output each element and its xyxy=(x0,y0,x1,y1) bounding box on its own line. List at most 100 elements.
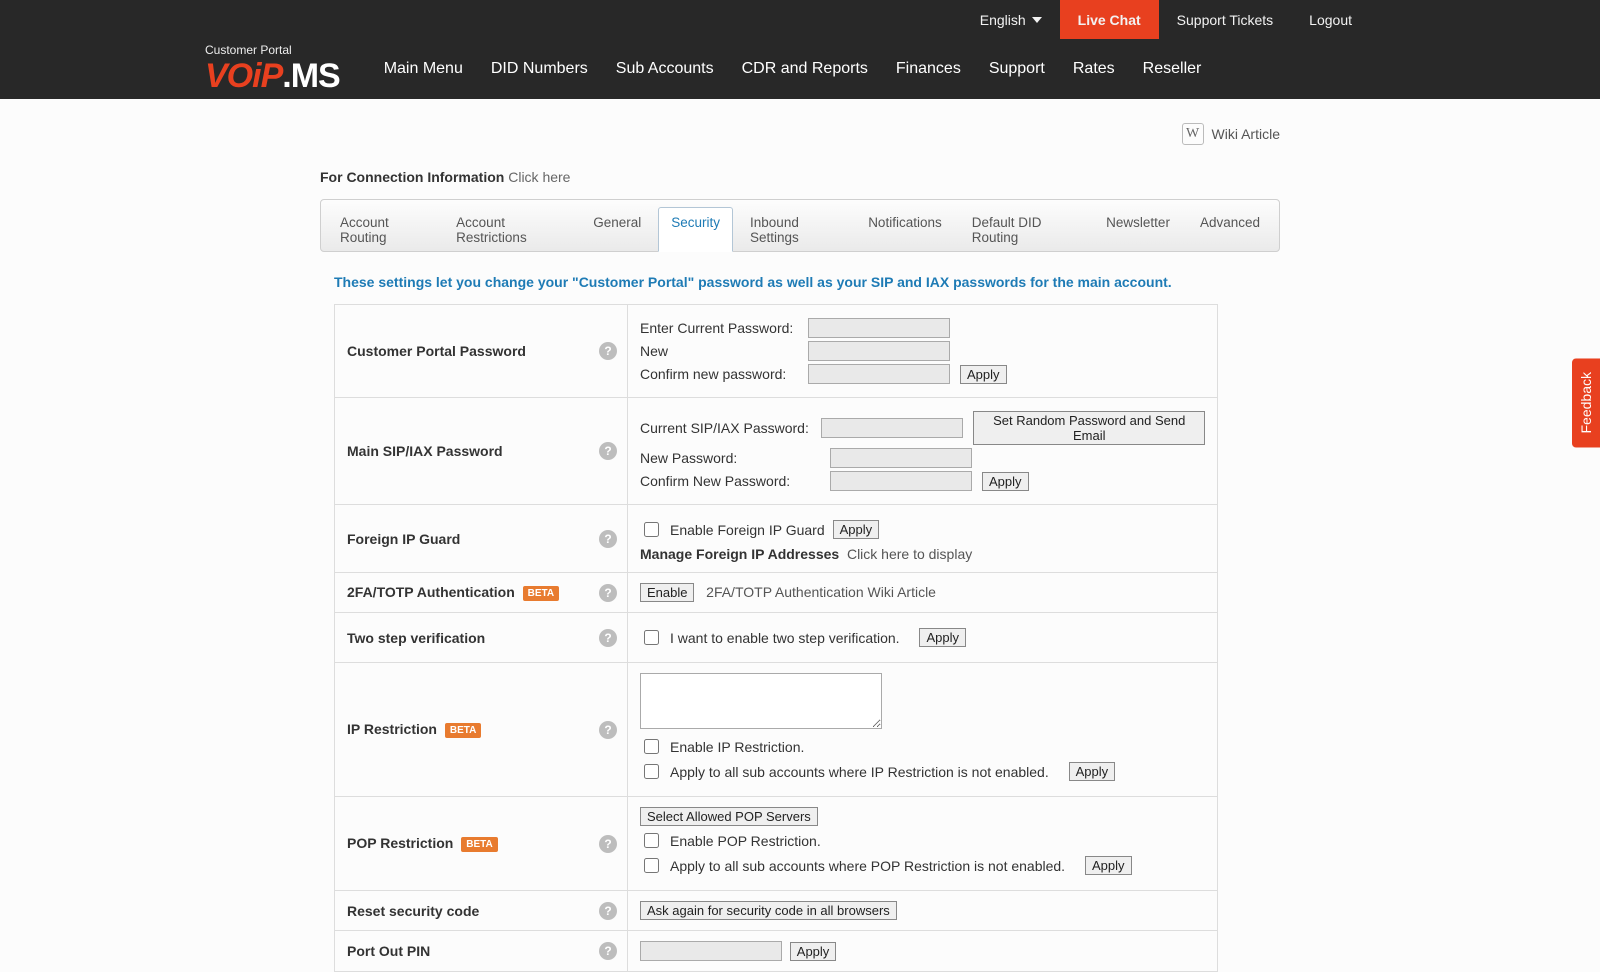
apply-foreign-ip-button[interactable]: Apply xyxy=(833,520,880,539)
nav-main-menu[interactable]: Main Menu xyxy=(370,60,477,78)
help-icon[interactable]: ? xyxy=(599,835,617,853)
nav-sub-accounts[interactable]: Sub Accounts xyxy=(602,60,728,78)
label-apply-sub-ip: Apply to all sub accounts where IP Restr… xyxy=(670,764,1049,780)
label-confirm-new-password: Confirm new password: xyxy=(640,366,798,382)
checkbox-enable-ip-restriction[interactable] xyxy=(644,739,659,754)
input-new-password[interactable] xyxy=(808,341,950,361)
connection-info-label: For Connection Information xyxy=(320,169,504,185)
wiki-icon[interactable]: W xyxy=(1182,123,1204,145)
label-new: New xyxy=(640,343,798,359)
beta-badge: BETA xyxy=(445,723,481,738)
checkbox-apply-sub-ip[interactable] xyxy=(644,764,659,779)
tab-notifications[interactable]: Notifications xyxy=(855,207,955,252)
wiki-article-row: W Wiki Article xyxy=(320,117,1280,165)
row-reset-security-code: Reset security code ? Ask again for secu… xyxy=(335,891,1218,931)
apply-ip-restriction-button[interactable]: Apply xyxy=(1069,762,1116,781)
wiki-article-link[interactable]: Wiki Article xyxy=(1212,126,1280,142)
label-portal-password: Customer Portal Password xyxy=(347,343,526,359)
help-icon[interactable]: ? xyxy=(599,902,617,920)
tab-account-routing[interactable]: Account Routing xyxy=(327,207,439,252)
security-settings-table: Customer Portal Password ? Enter Current… xyxy=(334,304,1218,972)
tab-description: These settings let you change your "Cust… xyxy=(320,252,1280,304)
nav-support[interactable]: Support xyxy=(975,60,1059,78)
help-icon[interactable]: ? xyxy=(599,942,617,960)
help-icon[interactable]: ? xyxy=(599,584,617,602)
logout-link[interactable]: Logout xyxy=(1291,0,1370,39)
label-sip-password: Main SIP/IAX Password xyxy=(347,443,503,459)
nav-finances[interactable]: Finances xyxy=(882,60,975,78)
chevron-down-icon xyxy=(1032,17,1042,23)
row-two-step: Two step verification ? I want to enable… xyxy=(335,613,1218,663)
enable-2fa-button[interactable]: Enable xyxy=(640,583,694,602)
input-current-sip-password[interactable] xyxy=(821,418,963,438)
feedback-button[interactable]: Feedback xyxy=(1572,358,1600,447)
label-two-step: Two step verification xyxy=(347,630,485,646)
tab-security[interactable]: Security xyxy=(658,207,733,252)
textarea-ip-restriction[interactable] xyxy=(640,673,882,729)
label-reset-security-code: Reset security code xyxy=(347,903,479,919)
help-icon[interactable]: ? xyxy=(599,721,617,739)
label-enable-two-step: I want to enable two step verification. xyxy=(670,630,900,646)
page-content: W Wiki Article For Connection Informatio… xyxy=(320,99,1280,972)
label-current-sip-password: Current SIP/IAX Password: xyxy=(640,420,811,436)
input-current-password[interactable] xyxy=(808,318,950,338)
checkbox-two-step[interactable] xyxy=(644,630,659,645)
tab-newsletter[interactable]: Newsletter xyxy=(1093,207,1183,252)
live-chat-button[interactable]: Live Chat xyxy=(1060,0,1159,39)
apply-two-step-button[interactable]: Apply xyxy=(919,628,966,647)
logo[interactable]: Customer Portal VOiP .MS xyxy=(205,43,340,96)
apply-pop-restriction-button[interactable]: Apply xyxy=(1085,856,1132,875)
support-tickets-link[interactable]: Support Tickets xyxy=(1159,0,1292,39)
label-enable-pop-restriction: Enable POP Restriction. xyxy=(670,833,821,849)
tab-general[interactable]: General xyxy=(580,207,654,252)
row-portal-password: Customer Portal Password ? Enter Current… xyxy=(335,305,1218,398)
label-enable-ip-restriction: Enable IP Restriction. xyxy=(670,739,804,755)
label-enter-current-password: Enter Current Password: xyxy=(640,320,798,336)
input-confirm-new-sip-password[interactable] xyxy=(830,471,972,491)
checkbox-enable-pop-restriction[interactable] xyxy=(644,833,659,848)
tab-default-did-routing[interactable]: Default DID Routing xyxy=(959,207,1089,252)
logo-text-ms: .MS xyxy=(282,57,339,96)
connection-info-link[interactable]: Click here xyxy=(508,169,570,185)
main-header: Customer Portal VOiP .MS Main Menu DID N… xyxy=(0,39,1600,99)
row-foreign-ip-guard: Foreign IP Guard ? Enable Foreign IP Gua… xyxy=(335,505,1218,573)
label-confirm-new-sip-password: Confirm New Password: xyxy=(640,473,820,489)
input-confirm-new-password[interactable] xyxy=(808,364,950,384)
beta-badge: BETA xyxy=(461,837,497,852)
label-port-out-pin: Port Out PIN xyxy=(347,943,430,959)
help-icon[interactable]: ? xyxy=(599,629,617,647)
nav-reseller[interactable]: Reseller xyxy=(1129,60,1216,78)
nav-rates[interactable]: Rates xyxy=(1059,60,1129,78)
checkbox-apply-sub-pop[interactable] xyxy=(644,858,659,873)
set-random-password-button[interactable]: Set Random Password and Send Email xyxy=(973,411,1205,445)
help-icon[interactable]: ? xyxy=(599,530,617,548)
apply-port-out-pin-button[interactable]: Apply xyxy=(790,942,837,961)
tab-inbound-settings[interactable]: Inbound Settings xyxy=(737,207,851,252)
input-port-out-pin[interactable] xyxy=(640,941,782,961)
label-2fa: 2FA/TOTP Authentication xyxy=(347,584,515,600)
connection-info: For Connection Information Click here xyxy=(320,165,1280,199)
main-nav: Main Menu DID Numbers Sub Accounts CDR a… xyxy=(370,60,1216,78)
tab-advanced[interactable]: Advanced xyxy=(1187,207,1273,252)
help-icon[interactable]: ? xyxy=(599,442,617,460)
language-selector[interactable]: English xyxy=(962,0,1060,39)
settings-tabs: Account Routing Account Restrictions Gen… xyxy=(320,199,1280,252)
input-new-sip-password[interactable] xyxy=(830,448,972,468)
row-sip-password: Main SIP/IAX Password ? Current SIP/IAX … xyxy=(335,398,1218,505)
ask-again-security-code-button[interactable]: Ask again for security code in all brows… xyxy=(640,901,897,920)
nav-cdr-reports[interactable]: CDR and Reports xyxy=(728,60,882,78)
nav-did-numbers[interactable]: DID Numbers xyxy=(477,60,602,78)
link-click-to-display[interactable]: Click here to display xyxy=(847,546,972,562)
help-icon[interactable]: ? xyxy=(599,342,617,360)
row-pop-restriction: POP Restriction BETA ? Select Allowed PO… xyxy=(335,797,1218,891)
label-pop-restriction: POP Restriction xyxy=(347,835,453,851)
link-2fa-wiki[interactable]: 2FA/TOTP Authentication Wiki Article xyxy=(706,584,936,600)
tab-account-restrictions[interactable]: Account Restrictions xyxy=(443,207,576,252)
checkbox-enable-foreign-ip[interactable] xyxy=(644,522,659,537)
label-ip-restriction: IP Restriction xyxy=(347,721,437,737)
row-ip-restriction: IP Restriction BETA ? Enable IP Restrict… xyxy=(335,663,1218,797)
apply-portal-password-button[interactable]: Apply xyxy=(960,365,1007,384)
select-pop-servers-button[interactable]: Select Allowed POP Servers xyxy=(640,807,818,826)
apply-sip-password-button[interactable]: Apply xyxy=(982,472,1029,491)
row-2fa: 2FA/TOTP Authentication BETA ? Enable 2F… xyxy=(335,573,1218,613)
